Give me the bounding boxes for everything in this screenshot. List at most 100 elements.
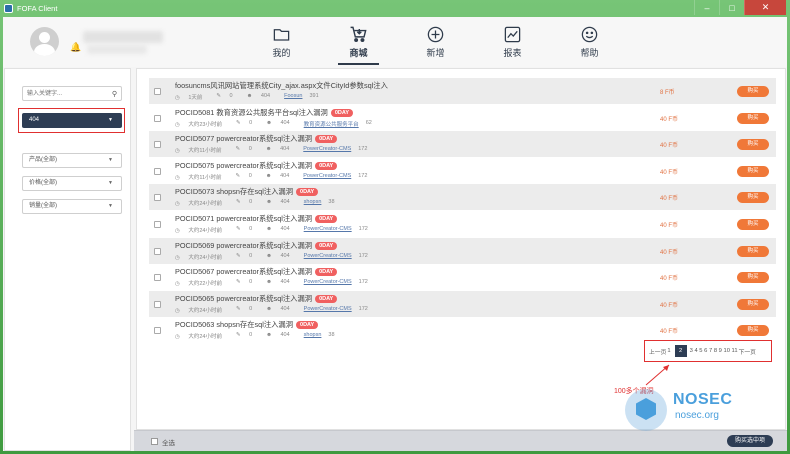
tab-help[interactable]: 帮助 (551, 17, 628, 67)
product-select[interactable]: 产品(全部) ▼ (22, 153, 122, 168)
item-meta: ◷ 大约24小时前 ✎ 0 ☻ 404 PowerCreator-CMS 172 (175, 253, 375, 261)
chevron-down-icon: ▼ (108, 157, 113, 163)
buy-button[interactable]: 购买 (737, 139, 769, 151)
buy-button[interactable]: 购买 (737, 112, 769, 124)
row-checkbox[interactable] (154, 167, 161, 175)
vendor-link[interactable]: Foosun (284, 93, 302, 101)
row-checkbox[interactable] (154, 141, 161, 149)
vendor-link[interactable]: 教育资源公共服务平台 (304, 120, 359, 128)
table-row[interactable]: foosuncms风讯网站管理系统City_ajax.aspx文件CityId参… (149, 78, 776, 104)
time-label: ◷ 大约24小时前 (175, 307, 222, 314)
user-icon: ☻ (265, 172, 274, 179)
item-title[interactable]: POCID5067 powercreator系统sql注入漏洞 0DAY (175, 267, 338, 277)
maximize-button[interactable]: □ (719, 0, 744, 15)
asset-count: 172 (358, 252, 368, 259)
prev-page-link[interactable]: 上一页 (649, 347, 666, 356)
tab-report[interactable]: 报表 (474, 17, 551, 67)
item-title[interactable]: POCID5069 powercreator系统sql注入漏洞 0DAY (175, 241, 338, 251)
0day-badge: 0DAY (296, 321, 319, 330)
title-bar[interactable]: FOFA Client – □ ✕ (0, 0, 790, 17)
watermark-subtitle: nosec.org (675, 410, 719, 421)
table-row[interactable]: POCID5081 教育资源公共服务平台sql注入漏洞 0DAY ◷ 大约23小时前… (149, 105, 776, 131)
row-checkbox[interactable] (154, 114, 161, 122)
vendor-link[interactable]: shopsn (304, 199, 322, 207)
avatar[interactable] (30, 27, 59, 56)
buy-button[interactable]: 购买 (737, 219, 769, 230)
main-nav: 我的 商城 新增 报表 帮助 (243, 17, 628, 67)
buy-selected-button[interactable]: 购买选中项 (727, 435, 773, 447)
item-title[interactable]: POCID5081 教育资源公共服务平台sql注入漏洞 0DAY (175, 108, 354, 118)
select-all-label: 全选 (162, 440, 175, 447)
asset-count: 391 (309, 93, 319, 99)
table-row[interactable]: POCID5069 powercreator系统sql注入漏洞 0DAY ◷ 大约2… (149, 237, 776, 264)
keyword-select[interactable]: 404 ▼ (22, 113, 122, 128)
row-checkbox[interactable] (154, 274, 161, 282)
minimize-button[interactable]: – (694, 0, 719, 15)
buy-button[interactable]: 购买 (737, 272, 769, 284)
user-icon: ☻ (266, 332, 274, 339)
table-row[interactable]: POCID5075 powercreator系统sql注入漏洞 0DAY ◷ 大约1… (149, 158, 776, 184)
vendor-link[interactable]: shopsn (304, 332, 322, 340)
comment-count: ✎ 0 (235, 172, 252, 179)
table-row[interactable]: POCID5067 powercreator系统sql注入漏洞 0DAY ◷ 大约2… (149, 264, 776, 290)
vendor-link[interactable]: PowerCreator-CMS (304, 306, 352, 314)
item-title[interactable]: POCID5071 powercreator系统sql注入漏洞 0DAY (175, 214, 338, 224)
buy-button[interactable]: 购买 (737, 165, 769, 177)
page-links[interactable]: 3 4 5 6 7 8 9 10 11 (690, 348, 738, 354)
price-select[interactable]: 价格(全部) ▼ (22, 176, 122, 191)
item-title[interactable]: POCID5063 shopsn存在sql注入漏洞 0DAY (175, 320, 319, 330)
asset-count: 62 (365, 119, 372, 126)
page-link[interactable]: 1 (667, 348, 670, 354)
search-icon[interactable]: ⚲ (112, 90, 117, 98)
table-row[interactable]: POCID5077 powercreator系统sql注入漏洞 0DAY ◷ 大约1… (149, 131, 776, 158)
search-input[interactable] (23, 87, 107, 100)
chart-icon (504, 26, 521, 43)
vendor-link[interactable]: PowerCreator-CMS (304, 226, 352, 234)
sales-select[interactable]: 销量(全部) ▼ (22, 199, 122, 214)
item-title[interactable]: POCID5065 powercreator系统sql注入漏洞 0DAY (175, 294, 338, 304)
table-row[interactable]: POCID5071 powercreator系统sql注入漏洞 0DAY ◷ 大约2… (149, 211, 776, 237)
current-page[interactable]: 2 (674, 345, 687, 357)
item-meta: ◷ 大约22小时前 ✎ 0 ☻ 404 PowerCreator-CMS 172 (175, 279, 375, 287)
price-label: 40 F币 (660, 249, 679, 256)
tab-mine[interactable]: 我的 (243, 17, 320, 67)
close-button[interactable]: ✕ (744, 0, 786, 15)
buy-button[interactable]: 购买 (737, 192, 769, 204)
price-label: 40 F币 (660, 143, 679, 150)
buy-button[interactable]: 购买 (737, 245, 769, 257)
time-label: ◷ 1天前 (175, 95, 203, 101)
select-all-checkbox[interactable] (151, 438, 158, 445)
clock-icon: ◷ (175, 334, 182, 341)
watermark: NOSEC nosec.org (625, 389, 745, 431)
buy-button[interactable]: 购买 (737, 325, 769, 337)
buy-button[interactable]: 购买 (737, 86, 769, 97)
row-checkbox[interactable] (154, 247, 161, 255)
row-checkbox[interactable] (154, 300, 161, 308)
item-title[interactable]: POCID5073 shopsn存在sql注入漏洞 0DAY (175, 187, 319, 197)
vendor-link[interactable]: PowerCreator-CMS (304, 253, 352, 261)
table-row[interactable]: POCID5073 shopsn存在sql注入漏洞 0DAY ◷ 大约24小时前 ✎ … (149, 184, 776, 211)
item-title[interactable]: POCID5075 powercreator系统sql注入漏洞 0DAY (175, 161, 338, 171)
bell-icon[interactable]: 🔔 (70, 42, 81, 53)
0day-badge: 0DAY (315, 294, 338, 303)
smile-icon (581, 26, 598, 43)
tab-store[interactable]: 商城 (320, 17, 397, 67)
row-checkbox[interactable] (154, 88, 161, 95)
tab-add[interactable]: 新增 (397, 17, 474, 67)
item-title[interactable]: foosuncms风讯网站管理系统City_ajax.aspx文件CityId参… (175, 81, 388, 91)
row-checkbox[interactable] (154, 221, 161, 228)
time-label: ◷ 大约22小时前 (175, 281, 222, 288)
vendor-link[interactable]: PowerCreator-CMS (303, 173, 351, 181)
clock-icon: ◷ (175, 174, 182, 181)
next-page-link[interactable]: 下一页 (739, 347, 756, 356)
buy-button[interactable]: 购买 (737, 298, 769, 310)
vendor-link[interactable]: PowerCreator-CMS (304, 279, 352, 287)
row-checkbox[interactable] (154, 194, 161, 202)
item-meta: ◷ 大约24小时前 ✎ 0 ☻ 404 shopsn 38 (175, 332, 342, 340)
row-checkbox[interactable] (154, 327, 161, 335)
vendor-link[interactable]: PowerCreator-CMS (303, 146, 351, 154)
item-meta: ◷ 1天前 ✎ 0 ☻ 404 Foosun 391 (175, 93, 326, 101)
item-meta: ◷ 大约23小时前 ✎ 0 ☻ 404 教育资源公共服务平台 62 (175, 120, 379, 128)
item-title[interactable]: POCID5077 powercreator系统sql注入漏洞 0DAY (175, 134, 338, 144)
table-row[interactable]: POCID5065 powercreator系统sql注入漏洞 0DAY ◷ 大约2… (149, 290, 776, 317)
